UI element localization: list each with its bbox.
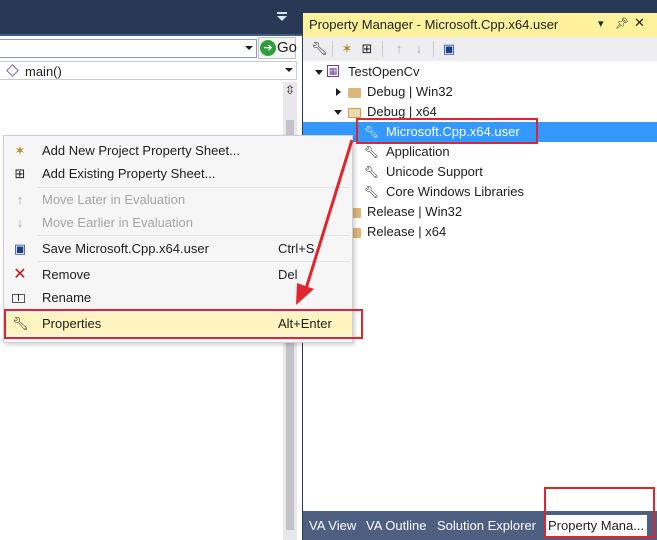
arrow-head bbox=[296, 283, 314, 305]
annotation-arrow bbox=[296, 139, 354, 305]
arrow-shaft bbox=[303, 139, 354, 293]
